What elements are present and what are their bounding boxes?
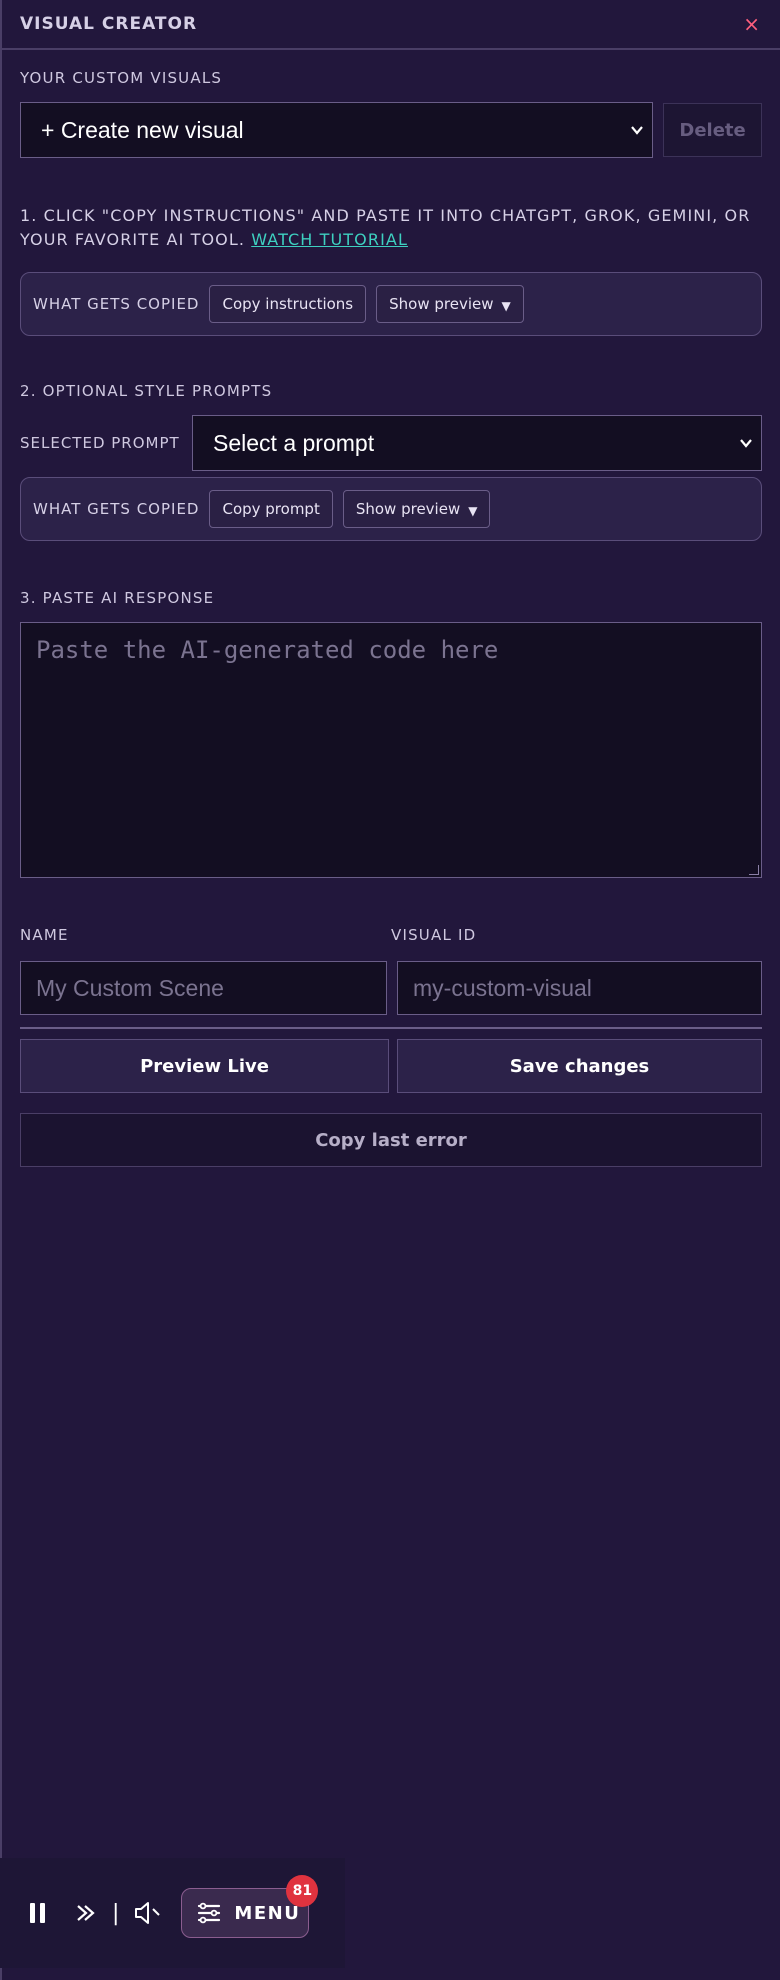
ai-response-placeholder: Paste the AI-generated code here [36, 636, 499, 664]
show-preview-label: Show preview [389, 295, 494, 313]
save-changes-button[interactable]: Save changes [397, 1039, 762, 1093]
resize-handle-icon[interactable] [749, 865, 759, 875]
ai-response-textarea[interactable]: Paste the AI-generated code here [20, 622, 762, 878]
close-icon[interactable]: × [743, 14, 760, 34]
menu-button[interactable]: MENU 81 [181, 1875, 319, 1938]
volume-icon[interactable] [133, 1901, 161, 1925]
visual-creator-panel: VISUAL CREATOR × YOUR CUSTOM VISUALS + C… [0, 0, 780, 1980]
skip-forward-icon[interactable] [76, 1903, 98, 1923]
divider [20, 1027, 762, 1029]
visual-id-input[interactable]: my-custom-visual [397, 961, 762, 1015]
player-separator: | [112, 1900, 120, 1926]
visual-id-placeholder: my-custom-visual [413, 974, 592, 1001]
selected-prompt-label: SELECTED PROMPT [20, 434, 180, 452]
pause-icon[interactable] [26, 1901, 50, 1925]
custom-visuals-label: YOUR CUSTOM VISUALS [20, 69, 223, 87]
watch-tutorial-link[interactable]: WATCH TUTORIAL [251, 230, 408, 249]
show-preview-label: Show preview [355, 500, 461, 518]
copy-prompt-label: Copy prompt [222, 500, 320, 518]
step2-heading: 2. OPTIONAL STYLE PROMPTS [20, 382, 273, 400]
prompt-copy-box: WHAT GETS COPIED Copy prompt Show previe… [20, 477, 762, 541]
name-placeholder: My Custom Scene [36, 974, 224, 1001]
delete-button[interactable]: Delete [663, 103, 762, 157]
instructions-copy-box: WHAT GETS COPIED Copy instructions Show … [20, 272, 762, 336]
step3-heading: 3. PASTE AI RESPONSE [20, 589, 215, 607]
prompt-select-value: Select a prompt [213, 429, 375, 456]
custom-visual-select[interactable]: + Create new visual [20, 102, 654, 158]
step1-instructions: 1. CLICK "COPY INSTRUCTIONS" AND PASTE I… [20, 204, 762, 252]
notification-badge: 81 [286, 1875, 319, 1907]
player-bar: | MENU 81 [0, 1858, 345, 1968]
copy-last-error-button[interactable]: Copy last error [20, 1113, 762, 1167]
prompt-select[interactable]: Select a prompt [192, 415, 762, 471]
preview-live-button[interactable]: Preview Live [20, 1039, 389, 1093]
triangle-down-icon: ▼ [501, 299, 511, 313]
menu-icon [198, 1902, 221, 1924]
panel-header: VISUAL CREATOR × [2, 0, 780, 50]
show-preview-button[interactable]: Show preview ▼ [376, 285, 524, 323]
custom-visual-select-value: + Create new visual [41, 116, 244, 143]
menu-label: MENU [234, 1902, 301, 1924]
what-gets-copied-label: WHAT GETS COPIED [33, 500, 200, 518]
copy-instructions-label: Copy instructions [222, 295, 354, 313]
copy-prompt-button[interactable]: Copy prompt [209, 490, 333, 528]
triangle-down-icon: ▼ [468, 504, 478, 518]
chevron-down-icon [631, 126, 643, 135]
name-input[interactable]: My Custom Scene [20, 961, 387, 1015]
name-label: NAME [20, 926, 69, 944]
chevron-down-icon [740, 439, 752, 448]
show-prompt-preview-button[interactable]: Show preview ▼ [342, 490, 491, 528]
panel-title: VISUAL CREATOR [20, 14, 198, 34]
visual-id-label: VISUAL ID [391, 926, 477, 944]
copy-instructions-button[interactable]: Copy instructions [209, 285, 367, 323]
what-gets-copied-label: WHAT GETS COPIED [33, 295, 200, 313]
